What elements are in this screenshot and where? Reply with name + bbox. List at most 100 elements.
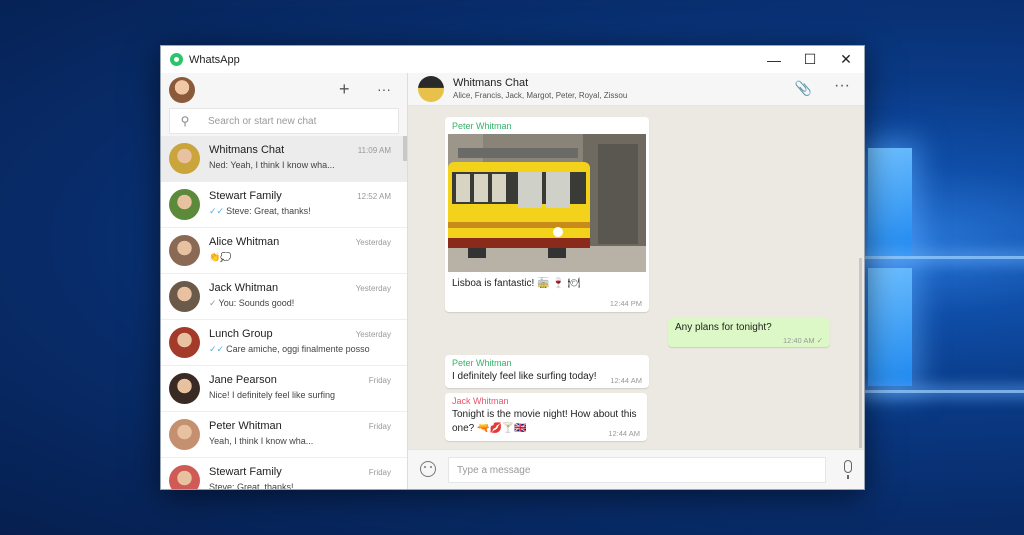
new-chat-icon[interactable]: + — [339, 79, 350, 100]
chat-list-item[interactable]: Lunch Group Yesterday ✓✓ Care amiche, oggi … — [161, 320, 407, 366]
conversation-menu-icon[interactable]: ··· — [834, 77, 850, 95]
search-input[interactable]: ⚲ Search or start new chat — [169, 108, 399, 134]
chat-name: Jack Whitman — [209, 281, 279, 294]
left-header: + ··· — [161, 73, 407, 106]
conversation-scrollbar[interactable] — [859, 258, 862, 448]
message-bubble-image: Peter Whitman Lisboa is fantastic! 🚋 🍷 🍽… — [445, 117, 649, 312]
chat-preview: ✓✓ Steve: Great, thanks! — [209, 206, 389, 217]
message-bubble-incoming: Jack Whitman Tonight is the movie night!… — [445, 393, 647, 441]
search-placeholder: Search or start new chat — [208, 115, 317, 127]
chat-preview-text: Steve: Great, thanks! — [226, 205, 311, 216]
message-time: 12:44 AM — [608, 429, 640, 438]
message-bubble-outgoing: Any plans for tonight? 12:40 AM ✓ — [668, 318, 830, 347]
chat-name: Stewart Family — [209, 189, 282, 202]
message-time: 12:40 AM ✓ — [782, 336, 823, 345]
whatsapp-logo-icon — [170, 53, 183, 66]
message-text: Any plans for tonight? — [675, 322, 772, 333]
message-area: Peter Whitman Lisboa is fantastic! 🚋 🍷 🍽… — [408, 106, 864, 449]
chat-preview: Ned: Yeah, I think I know wha... — [209, 160, 389, 170]
read-receipt-icon: ✓ — [209, 297, 217, 308]
chat-avatar — [169, 373, 200, 404]
microphone-icon[interactable] — [844, 460, 852, 479]
chat-avatar — [169, 235, 200, 266]
chat-preview: Steve: Great, thanks! — [209, 482, 389, 490]
chat-preview-text: Ned: Yeah, I think I know wha... — [209, 159, 335, 170]
chat-list-scrollbar[interactable] — [403, 136, 407, 161]
menu-more-icon[interactable]: ··· — [377, 81, 391, 97]
chat-time: Yesterday — [355, 329, 391, 339]
chat-preview-text: Yeah, I think I know wha... — [209, 435, 314, 446]
chat-avatar — [169, 189, 200, 220]
chat-time: Friday — [368, 421, 391, 431]
chat-list-item[interactable]: Whitmans Chat 11:09 AM Ned: Yeah, I think … — [161, 136, 407, 182]
chat-name: Stewart Family — [209, 465, 282, 478]
chat-preview-text: Care amiche, oggi finalmente posso — [226, 343, 370, 354]
message-text: Lisboa is fantastic! 🚋 🍷 🍽 — [452, 278, 581, 289]
group-name: Whitmans Chat — [453, 77, 529, 89]
chat-time: 11:09 AM — [357, 145, 391, 155]
chat-list-item[interactable]: Stewart Family 12:52 AM ✓✓ Steve: Great, th… — [161, 182, 407, 228]
attach-icon[interactable]: 📎 — [795, 80, 812, 97]
chat-list-item[interactable]: Jane Pearson Friday Nice! I definitely fee… — [161, 366, 407, 412]
app-title: WhatsApp — [189, 53, 240, 66]
chat-list-item[interactable]: Stewart Family Friday Steve: Great, thanks… — [161, 458, 407, 490]
chat-time: Friday — [368, 375, 391, 385]
chat-avatar — [169, 465, 200, 489]
message-placeholder: Type a message — [457, 464, 531, 476]
message-input[interactable]: Type a message — [448, 457, 826, 483]
chat-avatar — [169, 419, 200, 450]
chat-preview: Yeah, I think I know wha... — [209, 436, 389, 446]
chat-preview: ✓ You: Sounds good! — [209, 298, 389, 309]
group-avatar[interactable] — [418, 76, 444, 102]
chat-list-item[interactable]: Jack Whitman Yesterday ✓ You: Sounds good! — [161, 274, 407, 320]
chat-preview: 👏💭 — [209, 252, 389, 263]
whatsapp-window: WhatsApp — ☐ ✕ + ··· ⚲ Search or start n… — [160, 45, 865, 490]
emoji-icon[interactable] — [420, 461, 436, 477]
chat-name: Alice Whitman — [209, 235, 280, 248]
chat-avatar — [169, 281, 200, 312]
chat-avatar — [169, 327, 200, 358]
read-receipt-icon: ✓✓ — [209, 343, 225, 354]
message-text: Tonight is the movie night! How about th… — [452, 409, 637, 420]
message-text: one? 🔫💋🍸🇬🇧 — [452, 423, 527, 434]
maximize-button[interactable]: ☐ — [792, 46, 828, 73]
chat-preview: ✓✓ Care amiche, oggi finalmente posso — [209, 344, 389, 355]
group-members: Alice, Francis, Jack, Margot, Peter, Roy… — [453, 91, 628, 100]
search-icon: ⚲ — [180, 114, 190, 128]
conversation-panel: Whitmans Chat Alice, Francis, Jack, Marg… — [408, 73, 864, 489]
message-sender: Peter Whitman — [452, 121, 512, 131]
chat-preview-text: You: Sounds good! — [218, 297, 295, 308]
chat-preview-text: 👏💭 — [209, 251, 232, 262]
message-text: I definitely feel like surfing today! — [452, 371, 597, 382]
chat-name: Peter Whitman — [209, 419, 282, 432]
chat-time: Yesterday — [355, 283, 391, 293]
read-receipt-icon: ✓✓ — [209, 205, 225, 216]
minimize-button[interactable]: — — [756, 46, 792, 73]
chat-time: Yesterday — [355, 237, 391, 247]
chat-time: 12:52 AM — [357, 191, 391, 201]
message-bubble-incoming: Peter Whitman I definitely feel like sur… — [445, 355, 649, 388]
message-sender: Peter Whitman — [452, 358, 512, 368]
chat-name: Lunch Group — [209, 327, 273, 340]
message-sender: Jack Whitman — [452, 396, 509, 406]
chat-avatar — [169, 143, 200, 174]
message-time: 12:44 PM — [609, 299, 642, 308]
chat-list-item[interactable]: Alice Whitman Yesterday 👏💭 — [161, 228, 407, 274]
title-bar: WhatsApp — ☐ ✕ — [161, 46, 864, 73]
composer-bar: Type a message — [408, 449, 864, 489]
my-avatar[interactable] — [169, 76, 195, 103]
conversation-header[interactable]: Whitmans Chat Alice, Francis, Jack, Marg… — [408, 73, 864, 106]
chat-preview-text: Steve: Great, thanks! — [209, 481, 294, 490]
message-time: 12:44 AM — [610, 376, 642, 385]
chat-list-item[interactable]: Peter Whitman Friday Yeah, I think I know … — [161, 412, 407, 458]
chat-list-panel: + ··· ⚲ Search or start new chat Whitman… — [161, 73, 408, 489]
tram-photo[interactable] — [448, 134, 646, 272]
chat-name: Jane Pearson — [209, 373, 277, 386]
chat-time: Friday — [368, 467, 391, 477]
chat-preview: Nice! I definitely feel like surfing — [209, 390, 389, 400]
chat-preview-text: Nice! I definitely feel like surfing — [209, 389, 336, 400]
chat-name: Whitmans Chat — [209, 143, 285, 156]
chat-list: Whitmans Chat 11:09 AM Ned: Yeah, I think … — [161, 136, 407, 490]
windows-logo — [842, 128, 1024, 398]
close-button[interactable]: ✕ — [828, 46, 864, 73]
